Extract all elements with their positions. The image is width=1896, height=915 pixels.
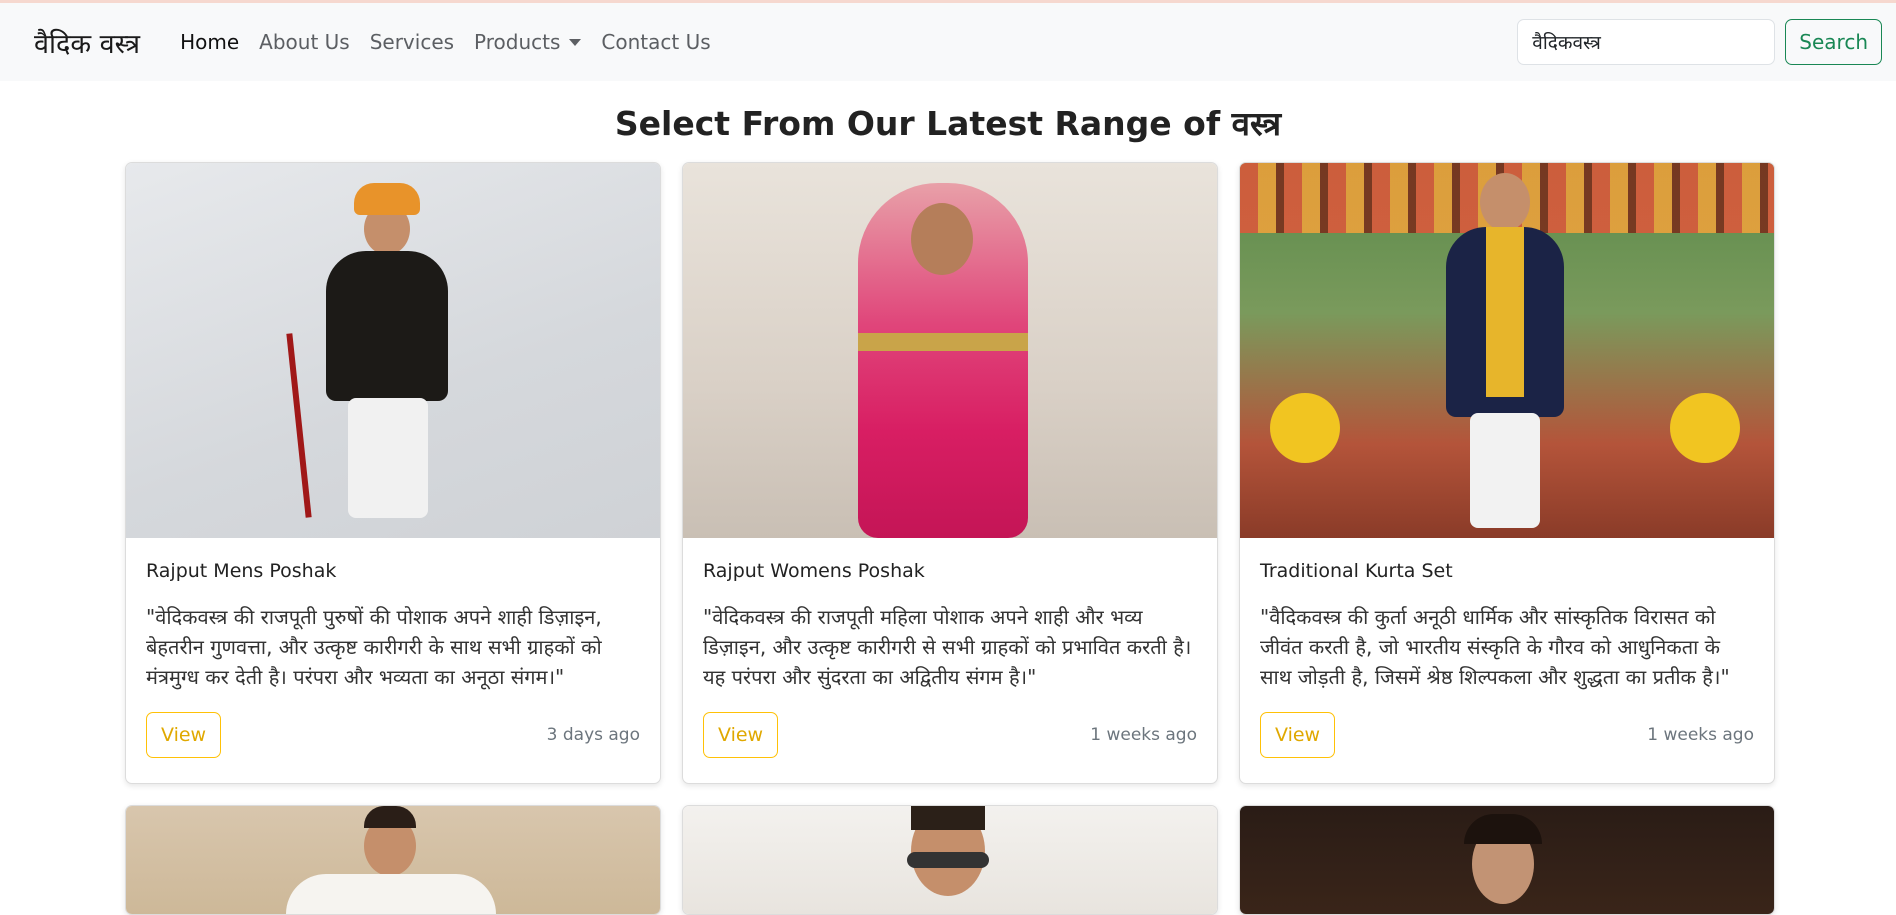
timestamp: 1 weeks ago — [1090, 725, 1197, 745]
product-image-kurta-set[interactable] — [1240, 163, 1774, 538]
nav-services[interactable]: Services — [370, 30, 454, 54]
sword — [286, 333, 312, 518]
product-card — [125, 805, 661, 915]
view-button[interactable]: View — [146, 712, 222, 758]
product-card: Rajput Womens Poshak "वेदिकवस्त्र की राज… — [682, 162, 1218, 784]
turban — [354, 183, 420, 215]
product-image-mens-sunglasses[interactable] — [683, 806, 1217, 914]
card-title: Rajput Womens Poshak — [703, 560, 925, 582]
view-button[interactable]: View — [1260, 712, 1336, 758]
marigold-flowers — [1270, 393, 1340, 463]
search-button[interactable]: Search — [1785, 19, 1882, 65]
sunglasses — [907, 852, 989, 868]
timestamp: 1 weeks ago — [1647, 725, 1754, 745]
figure-head — [1480, 173, 1530, 231]
white-churidar — [348, 398, 428, 518]
nav-products-dropdown[interactable]: Products — [474, 30, 582, 54]
navbar: वैदिक वस्त्र Home About Us Services Prod… — [0, 3, 1896, 81]
hair — [1464, 814, 1542, 844]
card-text: "वेदिकवस्त्र की राजपूती पुरुषों की पोशाक… — [146, 605, 602, 689]
white-pajama — [1470, 413, 1540, 528]
card-title: Traditional Kurta Set — [1260, 560, 1453, 582]
product-image-rajput-mens[interactable] — [126, 163, 660, 538]
product-image-mens-white[interactable] — [126, 806, 660, 914]
card-text: "वेदिकवस्त्र की राजपूती महिला पोशाक अपने… — [703, 605, 1192, 689]
brand-logo[interactable]: वैदिक वस्त्र — [34, 24, 140, 61]
card-text: "वैदिकवस्त्र की कुर्ता अनूठी धार्मिक और … — [1260, 605, 1730, 689]
figure-head — [911, 203, 973, 275]
product-card — [682, 805, 1218, 915]
nav-contact-us[interactable]: Contact Us — [601, 30, 710, 54]
hair — [911, 806, 985, 830]
nav-about-us[interactable]: About Us — [259, 30, 350, 54]
white-outfit — [286, 874, 496, 914]
gota-border — [858, 333, 1028, 351]
view-button[interactable]: View — [703, 712, 779, 758]
marigold-flowers — [1670, 393, 1740, 463]
sherwani — [326, 251, 448, 401]
product-image-womens-jhumka[interactable] — [1240, 806, 1774, 914]
product-image-rajput-womens[interactable] — [683, 163, 1217, 538]
product-card: Rajput Mens Poshak "वेदिकवस्त्र की राजपू… — [125, 162, 661, 784]
timestamp: 3 days ago — [546, 725, 640, 745]
yellow-dupatta — [1486, 227, 1524, 397]
page-heading: Select From Our Latest Range of वस्त्र — [614, 104, 1282, 143]
card-title: Rajput Mens Poshak — [146, 560, 337, 582]
search-form: Search — [1517, 19, 1882, 65]
search-input[interactable] — [1517, 19, 1776, 65]
nav-products-label: Products — [474, 30, 561, 54]
product-card — [1239, 805, 1775, 915]
nav-home[interactable]: Home — [180, 30, 239, 54]
product-card: Traditional Kurta Set "वैदिकवस्त्र की कु… — [1239, 162, 1775, 784]
product-grid: Rajput Mens Poshak "वेदिकवस्त्र की राजपू… — [125, 162, 1896, 915]
hair — [364, 806, 416, 828]
caret-down-icon — [569, 38, 582, 46]
